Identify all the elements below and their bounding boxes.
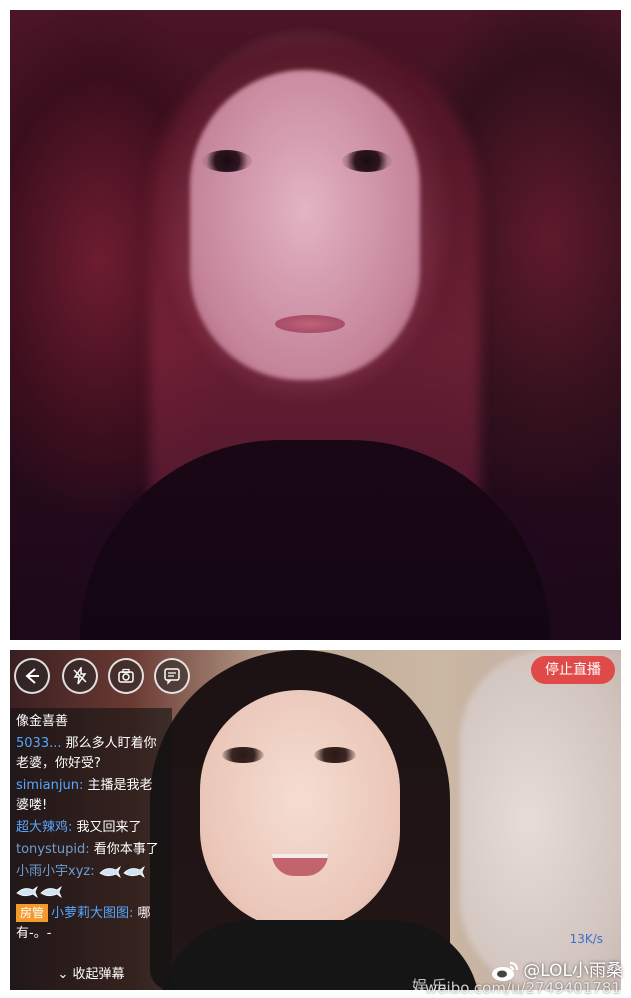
back-button[interactable] (14, 658, 50, 694)
shark-emoji-icon (40, 885, 62, 898)
chat-message: simianjun: 主播是我老婆喽! (16, 776, 164, 816)
chat-text: 我又回来了 (76, 820, 142, 835)
shark-emoji-icon (99, 865, 121, 878)
admin-badge: 房管 (16, 904, 49, 922)
shark-emoji-icon (123, 865, 145, 878)
chat-username[interactable]: 超大辣鸡: (16, 820, 72, 835)
chat-message: 超大辣鸡: 我又回来了 (16, 818, 164, 838)
danmaku-button[interactable] (154, 658, 190, 694)
collapse-label: 收起弹幕 (72, 967, 125, 982)
danmaku-icon (164, 668, 180, 685)
right-eye (342, 150, 392, 172)
chat-message: tonystupid: 看你本事了 (16, 840, 164, 860)
back-arrow-icon (25, 668, 39, 684)
left-eye (202, 150, 252, 172)
lips (275, 315, 345, 333)
weibo-url: weibo.com/u/2749401781 (425, 979, 621, 997)
chevron-down-icon: ⌄ (57, 967, 69, 982)
right-eye (314, 747, 356, 763)
chat-panel: 像金喜善 5033... 那么多人盯着你老婆，你好受? simianjun: 主… (10, 708, 172, 990)
chat-username[interactable]: tonystupid: (16, 842, 90, 857)
weibo-handle: @LOL小雨桑 (523, 961, 623, 981)
shark-emoji-icon (16, 885, 38, 898)
chat-username[interactable]: simianjun: (16, 778, 83, 793)
live-stream-view: 停止直播 像金喜善 5033... 那么多人盯着你老婆，你好受? simianj… (10, 650, 621, 990)
flash-button[interactable] (62, 658, 98, 694)
chat-text: 像金喜善 (16, 714, 69, 729)
selfie-photo-top (10, 10, 621, 640)
camera-switch-button[interactable] (108, 658, 144, 694)
upload-speed: 13K/s (569, 932, 603, 946)
face (200, 690, 400, 930)
chat-message: 房管 小萝莉大图图: 哪有-。- (16, 904, 164, 944)
stop-live-button[interactable]: 停止直播 (531, 656, 615, 684)
camera-switch-icon (118, 668, 134, 683)
face (190, 70, 420, 380)
flash-off-icon (73, 667, 87, 685)
chat-message: 5033... 那么多人盯着你老婆，你好受? (16, 734, 164, 774)
chat-message: 像金喜善 (16, 712, 164, 732)
collapse-danmaku-button[interactable]: ⌄ 收起弹幕 (10, 960, 172, 990)
chat-username[interactable]: 小萝莉大图图: (51, 906, 133, 921)
chat-message: 小雨小宇xyz: (16, 862, 164, 902)
chat-username[interactable]: 小雨小宇xyz: (16, 864, 95, 879)
chat-text: 看你本事了 (93, 842, 159, 857)
left-eye (222, 747, 264, 763)
chat-username[interactable]: 5033... (16, 736, 61, 751)
